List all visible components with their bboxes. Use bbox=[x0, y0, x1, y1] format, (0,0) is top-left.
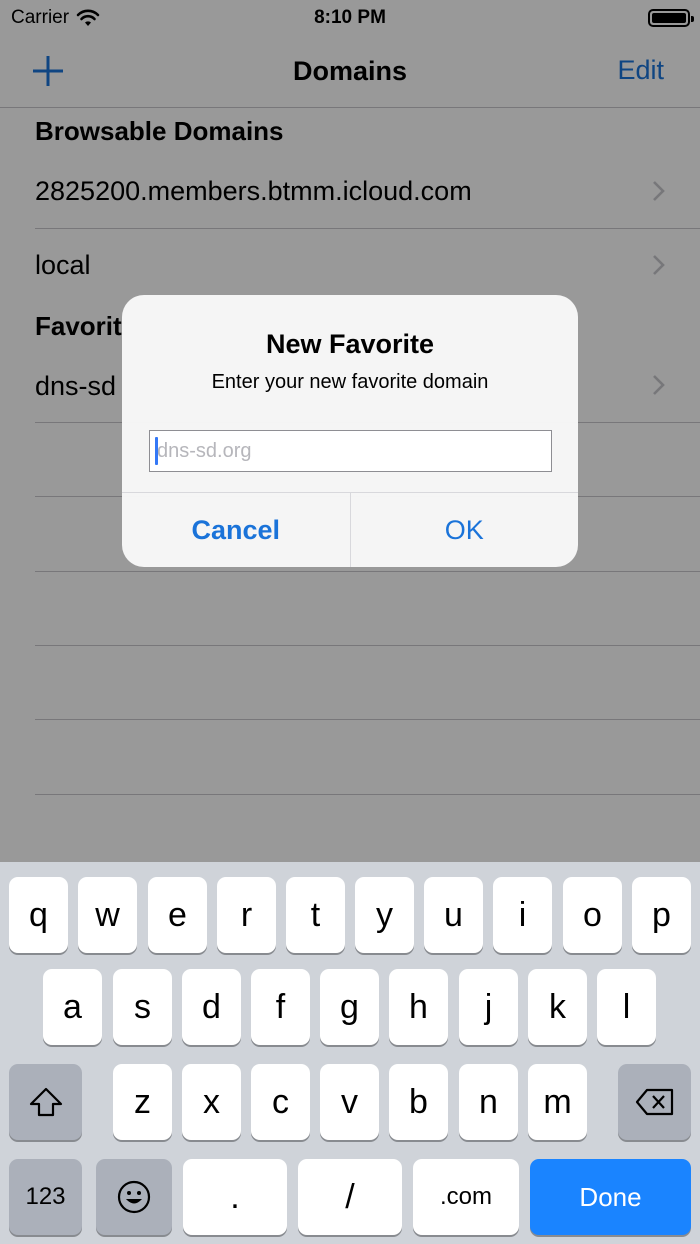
key-t[interactable]: t bbox=[286, 877, 345, 953]
text-cursor bbox=[155, 437, 158, 465]
key-r[interactable]: r bbox=[217, 877, 276, 953]
key-u[interactable]: u bbox=[424, 877, 483, 953]
alert-button-bar: Cancel OK bbox=[122, 492, 578, 567]
ok-button[interactable]: OK bbox=[351, 493, 579, 567]
emoji-key[interactable] bbox=[96, 1159, 172, 1235]
backspace-icon bbox=[635, 1088, 673, 1116]
key-c[interactable]: c bbox=[251, 1064, 310, 1140]
key-dotcom[interactable]: .com bbox=[413, 1159, 519, 1235]
key-l[interactable]: l bbox=[597, 969, 656, 1045]
numbers-key[interactable]: 123 bbox=[9, 1159, 82, 1235]
shift-key[interactable] bbox=[9, 1064, 82, 1140]
cancel-button[interactable]: Cancel bbox=[122, 493, 351, 567]
key-q[interactable]: q bbox=[9, 877, 68, 953]
key-m[interactable]: m bbox=[528, 1064, 587, 1140]
domain-input[interactable] bbox=[149, 430, 552, 472]
keyboard: q w e r t y u i o p a s d f g h j k l z … bbox=[0, 862, 700, 1244]
key-b[interactable]: b bbox=[389, 1064, 448, 1140]
key-d[interactable]: d bbox=[182, 969, 241, 1045]
key-s[interactable]: s bbox=[113, 969, 172, 1045]
key-a[interactable]: a bbox=[43, 969, 102, 1045]
key-f[interactable]: f bbox=[251, 969, 310, 1045]
key-x[interactable]: x bbox=[182, 1064, 241, 1140]
key-n[interactable]: n bbox=[459, 1064, 518, 1140]
key-k[interactable]: k bbox=[528, 969, 587, 1045]
alert-message: Enter your new favorite domain bbox=[211, 371, 489, 393]
key-i[interactable]: i bbox=[493, 877, 552, 953]
key-v[interactable]: v bbox=[320, 1064, 379, 1140]
shift-icon bbox=[29, 1087, 62, 1117]
key-z[interactable]: z bbox=[113, 1064, 172, 1140]
new-favorite-alert: New Favorite Enter your new favorite dom… bbox=[122, 295, 578, 567]
emoji-icon bbox=[117, 1180, 151, 1214]
key-j[interactable]: j bbox=[459, 969, 518, 1045]
key-e[interactable]: e bbox=[148, 877, 207, 953]
alert-title: New Favorite bbox=[265, 329, 435, 359]
key-w[interactable]: w bbox=[78, 877, 137, 953]
key-dot[interactable]: . bbox=[183, 1159, 287, 1235]
key-y[interactable]: y bbox=[355, 877, 414, 953]
done-button[interactable]: Done bbox=[530, 1159, 691, 1235]
key-p[interactable]: p bbox=[632, 877, 691, 953]
key-h[interactable]: h bbox=[389, 969, 448, 1045]
key-o[interactable]: o bbox=[563, 877, 622, 953]
delete-key[interactable] bbox=[618, 1064, 691, 1140]
key-slash[interactable]: / bbox=[298, 1159, 402, 1235]
key-g[interactable]: g bbox=[320, 969, 379, 1045]
